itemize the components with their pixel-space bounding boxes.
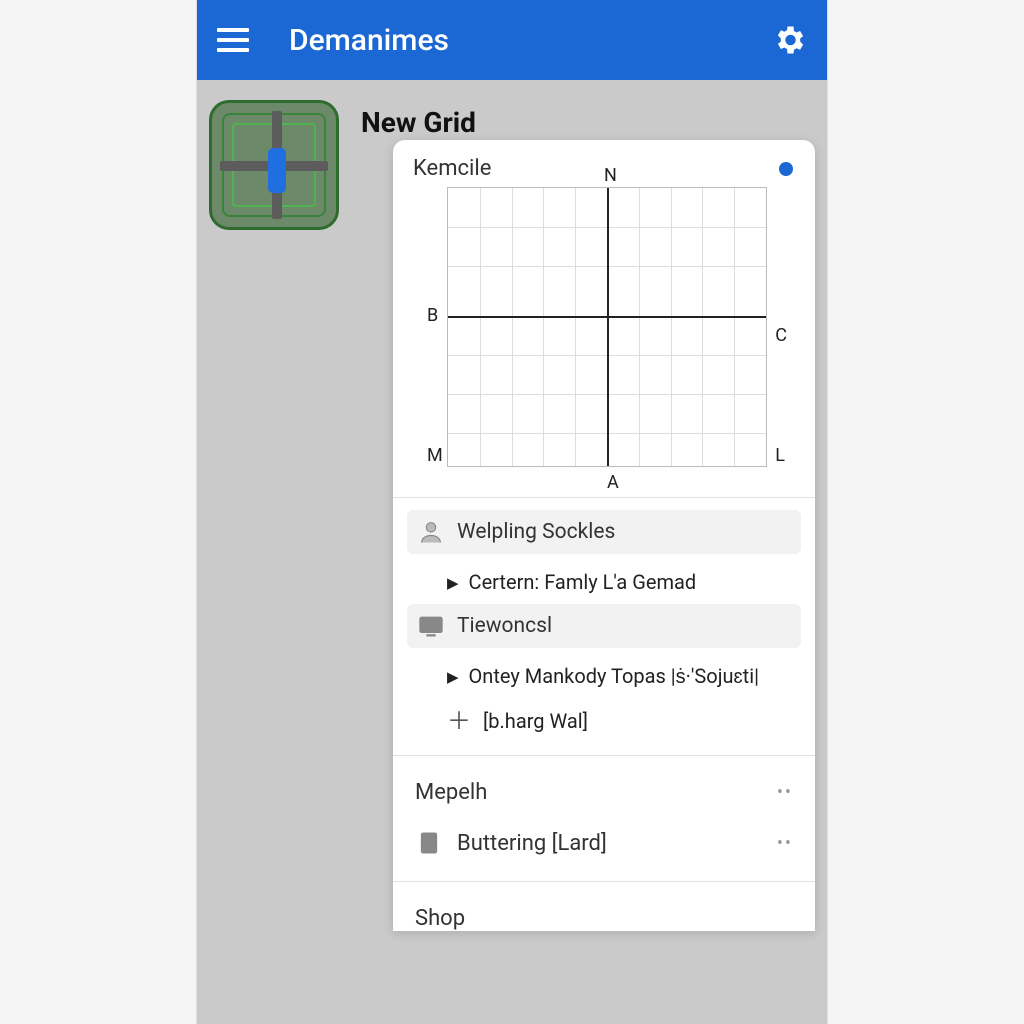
axis-label-b: B [427,305,438,326]
divider [393,755,815,756]
row-label: Shop [415,906,465,931]
list-item-add[interactable]: ＋ [b.harg Wal] [407,699,801,743]
row-mepelh[interactable]: Mepelh •• [407,768,801,817]
more-icon[interactable]: •• [777,833,793,854]
gear-icon[interactable] [771,22,807,58]
divider [393,497,815,498]
axis-label-a: A [607,472,619,493]
row-buttering[interactable]: Buttering [Lard] •• [407,817,801,869]
axis-label-m: M [427,445,443,466]
plus-icon: ＋ [447,711,471,731]
person-icon [417,518,445,546]
clipboard-icon [415,829,443,857]
row-label: Buttering [Lard] [457,831,607,856]
section-header-welpling[interactable]: Welpling Sockles [407,510,801,554]
app-title: Demanimes [289,23,771,58]
axis-label-n: N [604,165,617,186]
section-header-label: Welpling Sockles [457,520,615,544]
list-item-label: Ontey Mankody Topas |ṡ·'Sojuɛti| [469,664,759,689]
axis-label-c: C [775,325,787,346]
coordinate-grid [447,187,767,467]
row-shop[interactable]: Shop [407,894,801,931]
grid-preview[interactable]: N B C M A L [429,187,779,467]
list-item-ontey[interactable]: ▶ Ontey Mankody Topas |ṡ·'Sojuɛti| [407,654,801,699]
hamburger-menu-icon[interactable] [217,28,249,52]
app-screen: Demanimes New Grid Kemcile N B C M A L [197,0,827,1024]
section-header-label: Tiewoncsl [457,614,552,638]
more-icon[interactable]: •• [777,782,793,803]
detail-panel: Kemcile N B C M A L W [393,140,815,931]
app-header: Demanimes [197,0,827,80]
divider [393,881,815,882]
status-dot-icon [779,162,793,176]
list-item-certern[interactable]: ▶ Certern: Famly L'a Gemad [407,560,801,604]
axis-label-l: L [775,445,785,466]
grid-thumbnail[interactable] [209,100,339,230]
arrow-right-icon: ▶ [447,574,459,592]
arrow-right-icon: ▶ [447,668,459,686]
section-header-tiewoncsl[interactable]: Tiewoncsl [407,604,801,648]
list-item-label: [b.harg Wal] [483,709,588,733]
screen-icon [417,612,445,640]
row-label: Mepelh [415,780,487,805]
list-item-label: Certern: Famly L'a Gemad [469,570,697,594]
